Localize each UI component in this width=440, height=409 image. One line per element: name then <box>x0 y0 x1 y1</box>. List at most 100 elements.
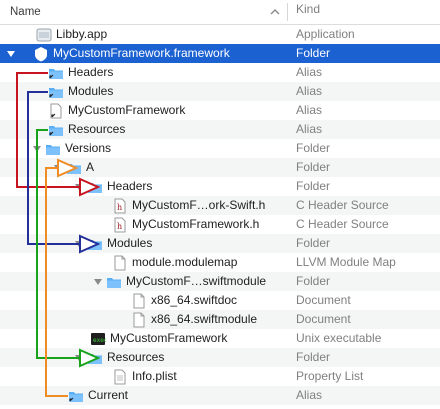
list-item[interactable]: x86_64.swiftdoc Document <box>0 291 440 310</box>
item-kind: Application <box>296 27 355 41</box>
item-name: Headers <box>68 65 114 79</box>
item-kind: Folder <box>296 179 331 193</box>
item-name: Modules <box>68 84 114 98</box>
file-list: Libby.app Application MyCustomFramework.… <box>0 25 440 409</box>
list-item[interactable]: MyCustomFramework Alias <box>0 101 440 120</box>
name-cell: MyCustomFramework.framework <box>6 44 230 63</box>
list-item[interactable]: Versions Folder <box>0 139 440 158</box>
list-item[interactable]: A Folder <box>0 158 440 177</box>
document-icon <box>131 293 147 309</box>
list-item[interactable]: MyCustomF…swiftmodule Folder <box>0 272 440 291</box>
list-item[interactable]: h MyCustomFramework.h C Header Source <box>0 215 440 234</box>
item-name: MyCustomF…swiftmodule <box>126 274 267 288</box>
item-kind: Alias <box>296 84 323 98</box>
item-name: MyCustomFramework.framework <box>53 46 230 60</box>
disclosure-triangle-open-icon[interactable] <box>74 177 84 196</box>
column-divider[interactable] <box>287 3 288 21</box>
name-cell: h MyCustomFramework.h <box>112 215 259 234</box>
item-name: x86_64.swiftmodule <box>151 312 258 326</box>
disclosure-triangle-open-icon[interactable] <box>74 234 84 253</box>
item-name: Info.plist <box>132 369 177 383</box>
item-kind: Alias <box>296 388 323 402</box>
item-kind: Folder <box>296 236 331 250</box>
folder-icon <box>87 350 103 366</box>
disclosure-triangle-open-icon[interactable] <box>53 158 63 177</box>
svg-text:h: h <box>117 222 122 231</box>
list-item[interactable]: Headers Alias <box>0 63 440 82</box>
item-name: Libby.app <box>56 27 108 41</box>
header-file-icon: h <box>112 198 128 214</box>
folder-icon <box>45 141 61 157</box>
item-name: module.modulemap <box>132 255 238 269</box>
file-alias-icon <box>48 103 64 119</box>
name-cell: Info.plist <box>112 367 177 386</box>
svg-text:exec: exec <box>93 337 106 344</box>
folder-alias-icon <box>48 84 64 100</box>
item-kind: LLVM Module Map <box>296 255 396 269</box>
name-cell: MyCustomFramework <box>48 101 185 120</box>
chevron-up-icon[interactable] <box>268 5 282 19</box>
item-name: MyCustomFramework.h <box>132 217 260 231</box>
item-name: Versions <box>65 141 112 155</box>
item-kind: Folder <box>296 274 331 288</box>
item-name: MyCustomF…ork-Swift.h <box>132 198 266 212</box>
name-cell: module.modulemap <box>112 253 237 272</box>
folder-alias-icon <box>48 65 64 81</box>
disclosure-triangle-open-icon[interactable] <box>74 348 84 367</box>
app-icon <box>36 27 52 43</box>
name-cell: x86_64.swiftmodule <box>131 310 257 329</box>
list-item[interactable]: Modules Alias <box>0 82 440 101</box>
list-item[interactable]: exec MyCustomFramework Unix executable <box>0 329 440 348</box>
disclosure-triangle-open-icon[interactable] <box>32 139 42 158</box>
list-item[interactable]: Headers Folder <box>0 177 440 196</box>
item-kind: Alias <box>296 103 323 117</box>
item-name: Modules <box>107 236 153 250</box>
list-item[interactable]: h MyCustomF…ork-Swift.h C Header Source <box>0 196 440 215</box>
name-cell: Versions <box>32 139 111 158</box>
list-item[interactable]: Info.plist Property List <box>0 367 440 386</box>
item-kind: Folder <box>296 350 331 364</box>
item-name: x86_64.swiftdoc <box>151 293 238 307</box>
item-kind: Folder <box>296 141 331 155</box>
name-cell: Modules <box>74 234 152 253</box>
document-icon <box>112 255 128 271</box>
list-item[interactable]: Resources Alias <box>0 120 440 139</box>
name-cell: Resources <box>74 348 164 367</box>
disclosure-triangle-open-icon[interactable] <box>93 272 103 291</box>
list-item[interactable]: x86_64.swiftmodule Document <box>0 310 440 329</box>
item-kind: C Header Source <box>296 198 389 212</box>
document-icon <box>131 312 147 328</box>
name-cell: Modules <box>48 82 113 101</box>
column-header: Name Kind <box>0 0 440 25</box>
list-item[interactable]: module.modulemap LLVM Module Map <box>0 253 440 272</box>
name-cell: x86_64.swiftdoc <box>131 291 237 310</box>
folder-alias-icon <box>68 388 84 404</box>
item-name: MyCustomFramework <box>68 103 186 117</box>
item-kind: Unix executable <box>296 331 382 345</box>
name-cell: Headers <box>74 177 152 196</box>
item-kind: Document <box>296 293 351 307</box>
list-item-selected[interactable]: MyCustomFramework.framework Folder <box>0 44 440 63</box>
name-cell: Headers <box>48 63 113 82</box>
name-column-header[interactable]: Name <box>10 0 280 24</box>
item-kind: Alias <box>296 122 323 136</box>
name-cell: MyCustomF…swiftmodule <box>93 272 266 291</box>
folder-icon <box>106 274 122 290</box>
executable-icon: exec <box>90 331 106 347</box>
folder-icon <box>87 236 103 252</box>
disclosure-triangle-open-icon[interactable] <box>6 44 16 63</box>
list-item[interactable]: Resources Folder <box>0 348 440 367</box>
item-name: Headers <box>107 179 153 193</box>
list-item[interactable]: Modules Folder <box>0 234 440 253</box>
list-item[interactable]: Current Alias <box>0 386 440 405</box>
list-item[interactable]: Libby.app Application <box>0 25 440 44</box>
item-kind: Alias <box>296 65 323 79</box>
item-name: Current <box>88 388 129 402</box>
kind-column-header[interactable]: Kind <box>296 0 436 19</box>
folder-alias-icon <box>48 122 64 138</box>
item-kind: C Header Source <box>296 217 389 231</box>
item-name: Resources <box>107 350 165 364</box>
svg-text:h: h <box>117 203 122 212</box>
name-cell: exec MyCustomFramework <box>90 329 227 348</box>
item-kind: Property List <box>296 369 364 383</box>
